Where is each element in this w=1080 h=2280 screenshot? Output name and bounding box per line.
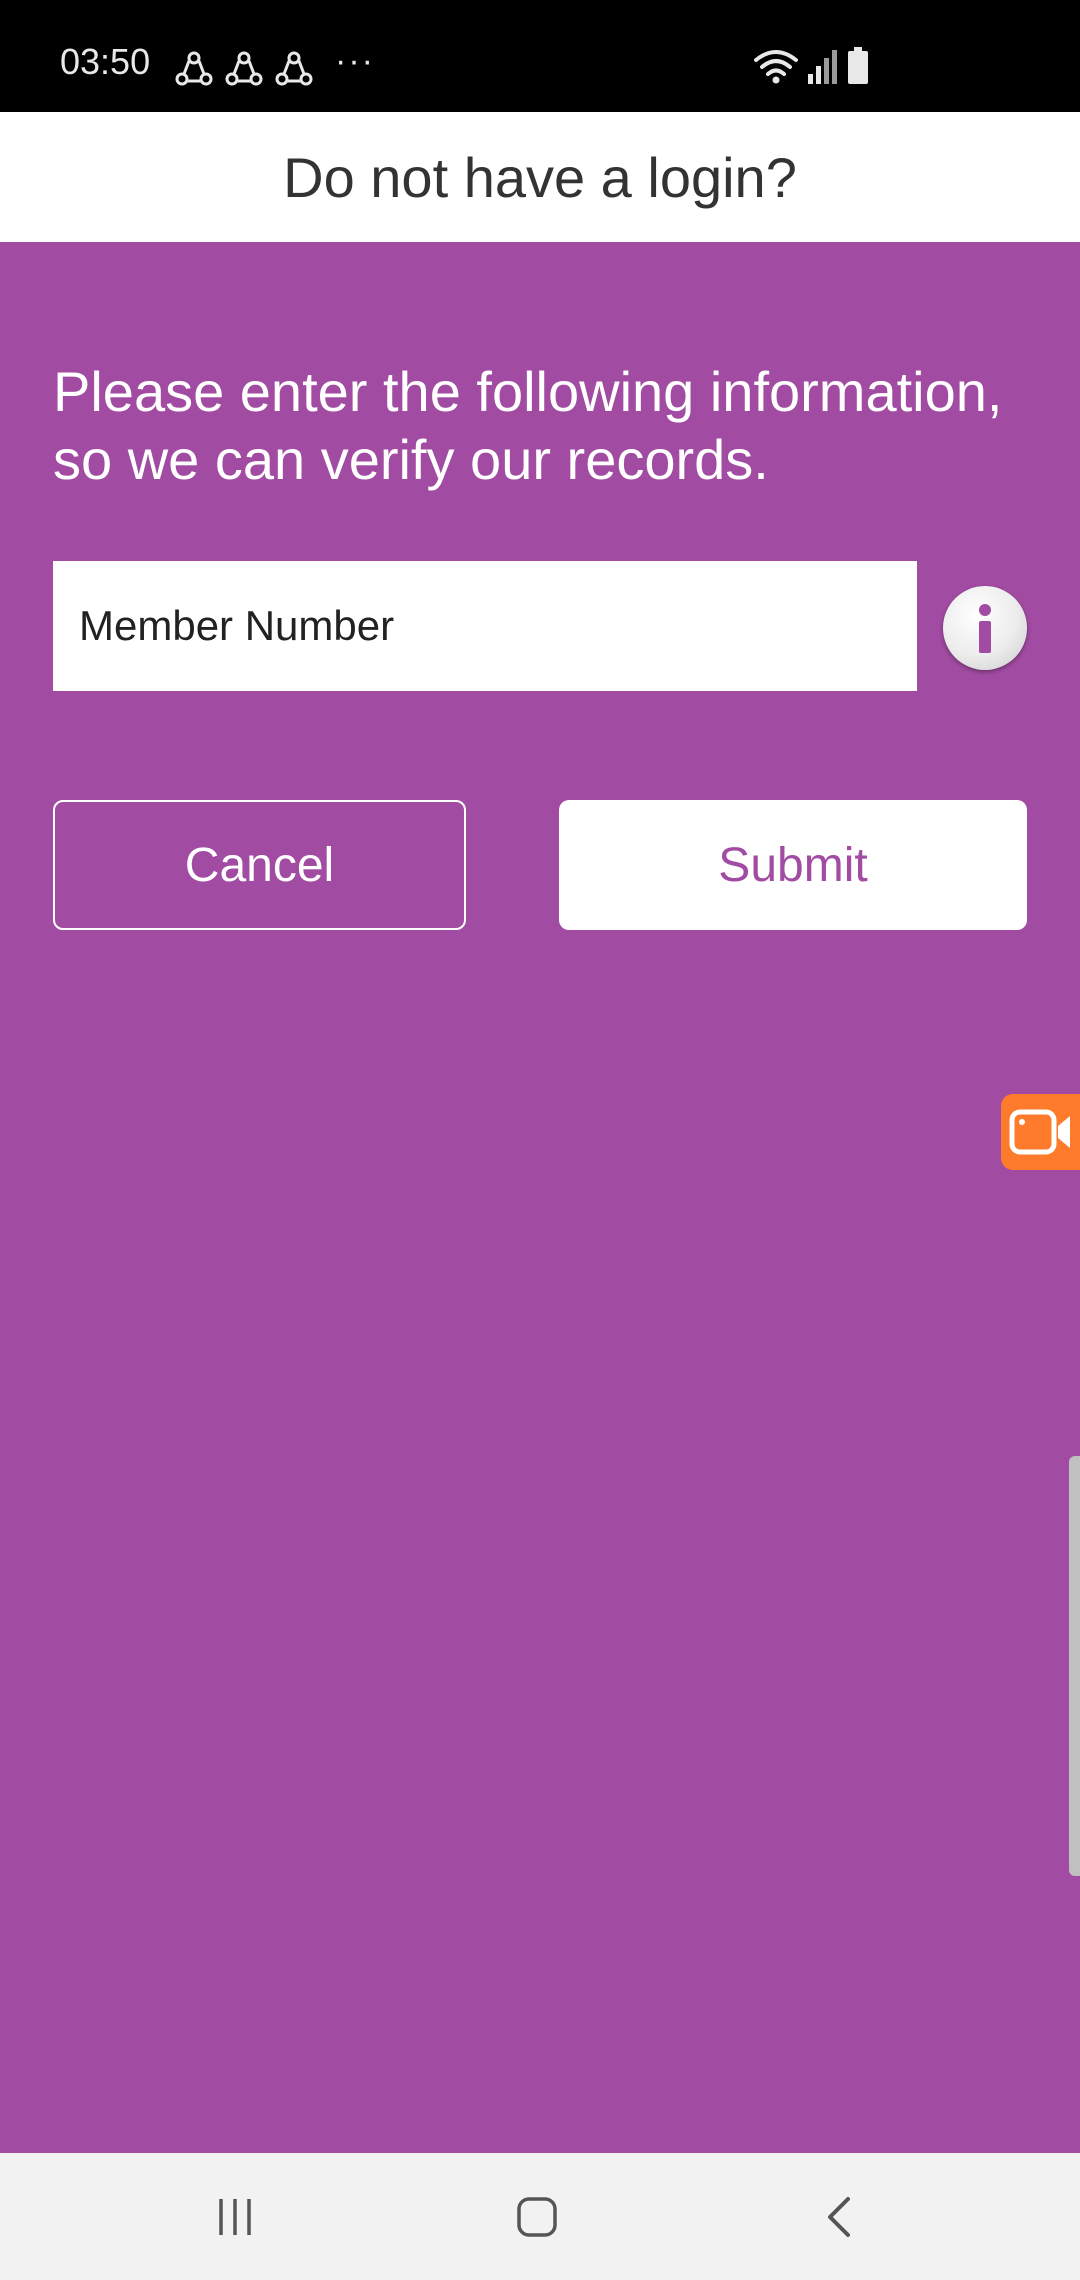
info-button[interactable] bbox=[943, 586, 1027, 670]
recent-apps-icon bbox=[219, 2199, 251, 2235]
info-icon bbox=[979, 604, 991, 653]
cancel-button-label: Cancel bbox=[184, 838, 335, 892]
recent-apps-button[interactable] bbox=[195, 2181, 275, 2253]
header: Do not have a login? bbox=[0, 112, 1080, 242]
home-button[interactable] bbox=[497, 2181, 577, 2253]
submit-button-label: Submit bbox=[718, 838, 868, 892]
screen-recorder-icon bbox=[1009, 1109, 1070, 1155]
instructions-text: Please enter the following information, … bbox=[53, 360, 1003, 491]
share-icon bbox=[275, 51, 313, 86]
wifi-icon bbox=[754, 50, 798, 84]
system-nav-bar bbox=[0, 2153, 1080, 2280]
member-number-input[interactable] bbox=[53, 561, 917, 691]
signal-icon bbox=[808, 50, 837, 84]
share-icon bbox=[175, 51, 213, 86]
cancel-button[interactable]: Cancel bbox=[53, 800, 466, 930]
back-button[interactable] bbox=[800, 2181, 880, 2253]
battery-icon bbox=[848, 47, 868, 84]
home-icon bbox=[517, 2197, 557, 2237]
page-title: Do not have a login? bbox=[283, 145, 797, 209]
status-bar: 03:50 ··· bbox=[0, 0, 1080, 112]
share-icon bbox=[225, 51, 263, 86]
status-time: 03:50 bbox=[60, 41, 151, 82]
scrollbar[interactable] bbox=[1069, 1456, 1080, 1876]
more-notifications-indicator: ··· bbox=[335, 42, 375, 80]
back-icon bbox=[828, 2197, 850, 2237]
submit-button[interactable]: Submit bbox=[559, 800, 1027, 930]
screen: 03:50 ··· Do not have a login? Please en… bbox=[0, 0, 1080, 2280]
screen-recorder-button[interactable] bbox=[1001, 1094, 1080, 1170]
